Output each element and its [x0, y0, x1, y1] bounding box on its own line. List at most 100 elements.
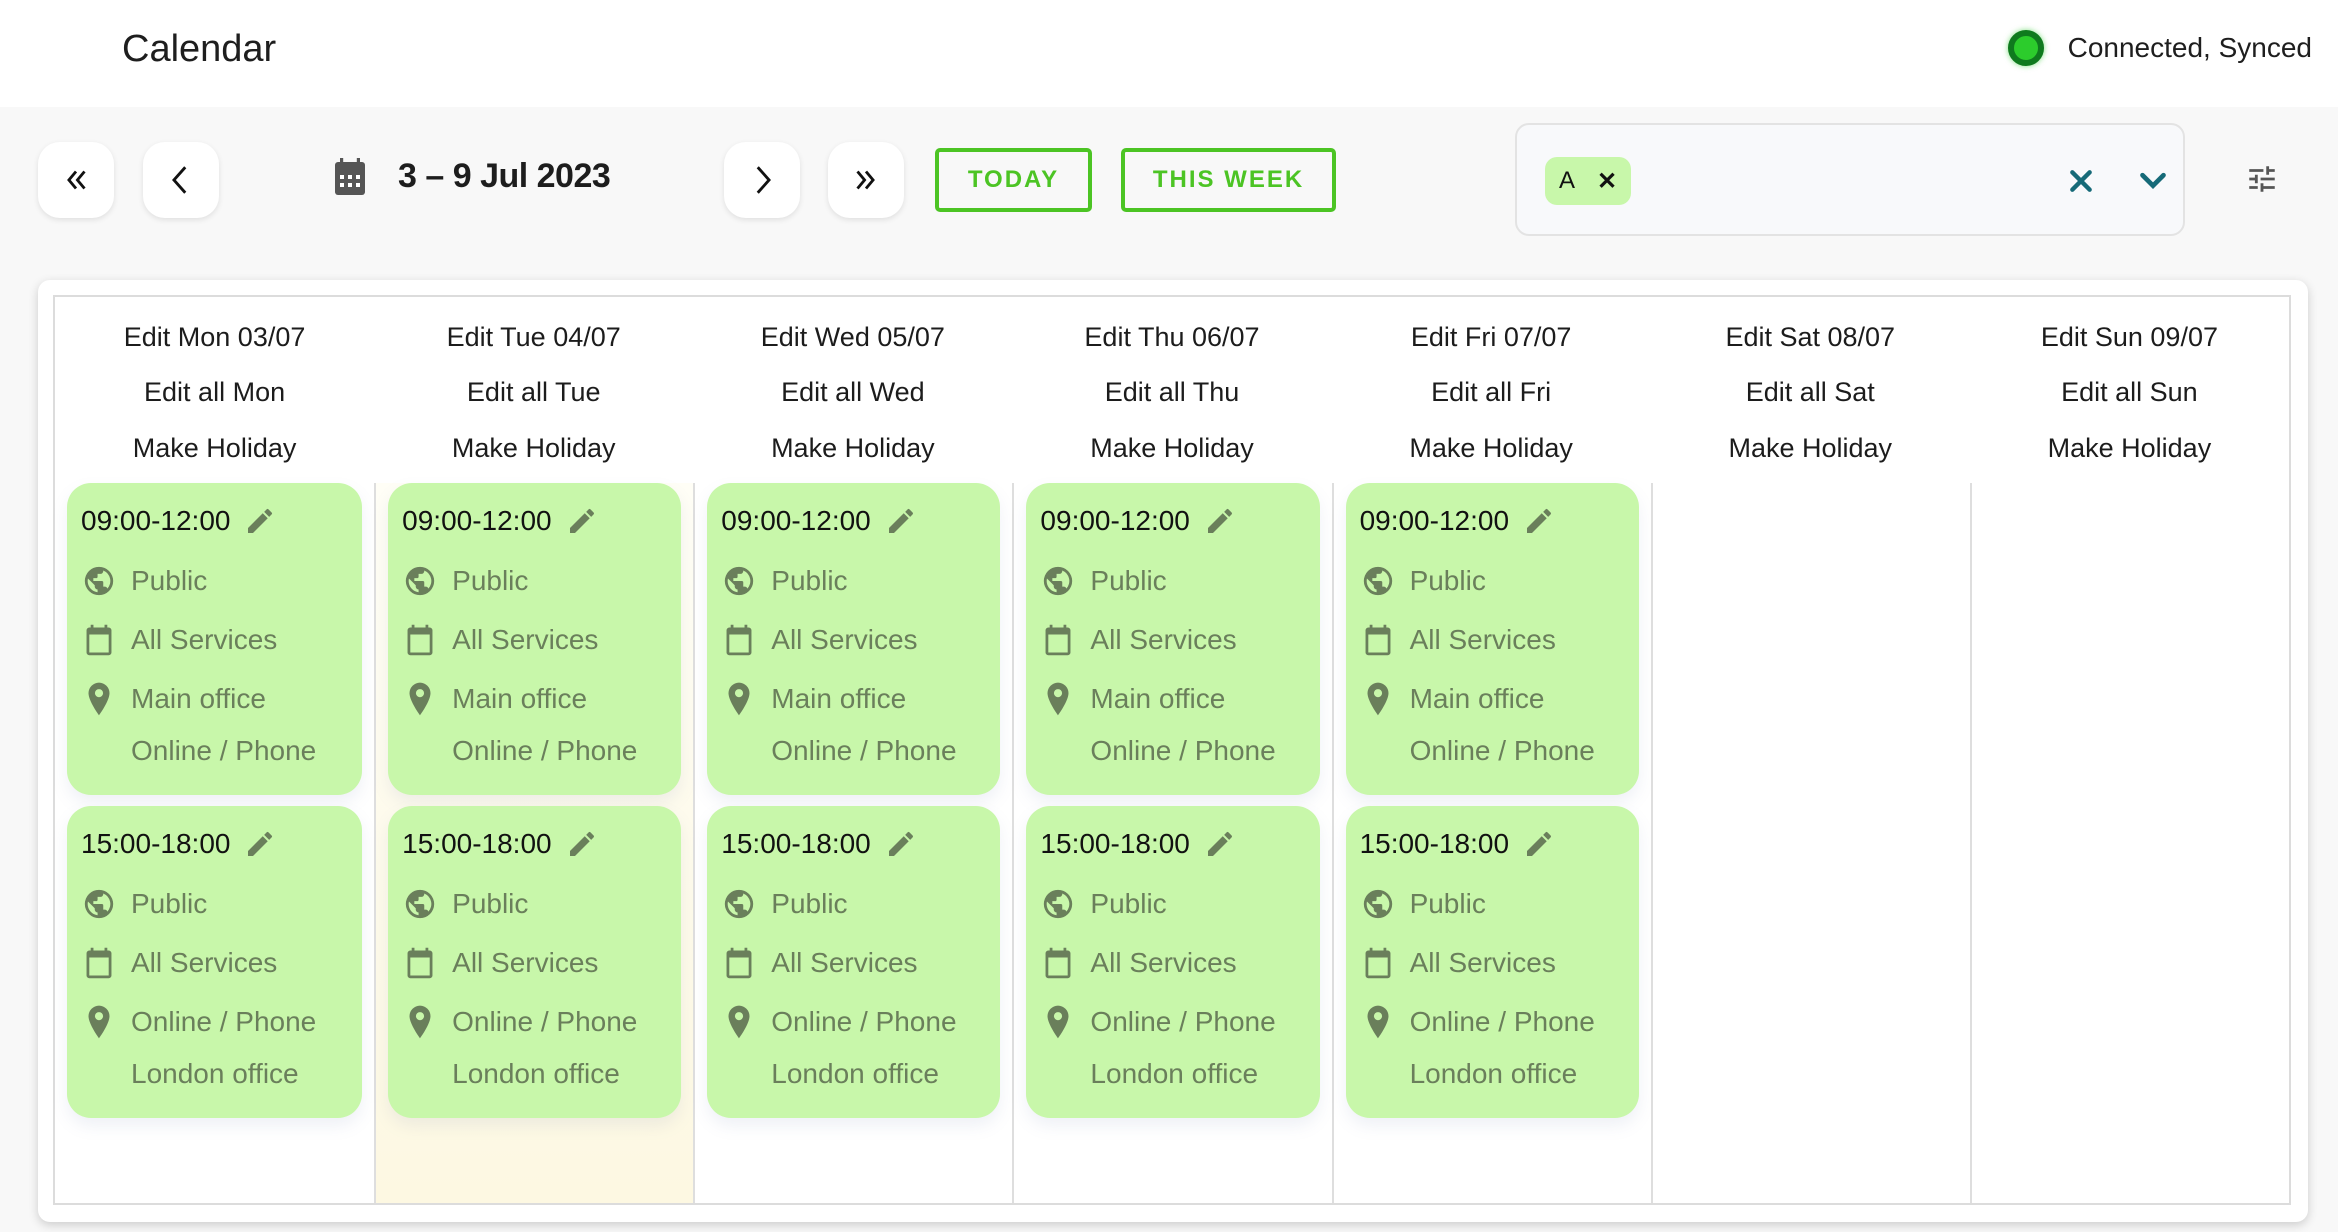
make-holiday-link[interactable]: Make Holiday [452, 428, 616, 483]
calendar-outline-icon [726, 624, 752, 655]
time-slot-card[interactable]: 09:00-12:00 Public All Services Main off… [1345, 483, 1639, 795]
edit-all-weekday-link[interactable]: Edit all Thu [1105, 372, 1240, 427]
toolbar: 3 – 9 Jul 2023 TODAY THIS WEEK A ✕ [0, 107, 2338, 280]
previous-week-button[interactable] [143, 142, 219, 218]
day-column: Edit Sun 09/07 Edit all Sun Make Holiday [1969, 297, 2289, 1203]
location-pin-icon [409, 682, 431, 715]
pencil-icon[interactable] [1204, 505, 1236, 537]
visibility-text: Public [131, 564, 208, 596]
calendar-outline-icon [1045, 947, 1071, 978]
slot-services: All Services [402, 933, 667, 992]
pencil-icon[interactable] [244, 828, 276, 860]
pencil-icon[interactable] [566, 505, 598, 537]
make-holiday-link[interactable]: Make Holiday [2048, 428, 2212, 483]
location-text: London office [452, 1058, 620, 1089]
slot-visibility: Public [1360, 551, 1625, 610]
chip-remove-icon[interactable]: ✕ [1597, 167, 1617, 196]
pencil-icon[interactable] [1204, 828, 1236, 860]
globe-icon [405, 889, 435, 918]
edit-day-link[interactable]: Edit Fri 07/07 [1411, 317, 1572, 372]
make-holiday-link[interactable]: Make Holiday [771, 428, 935, 483]
today-button[interactable]: TODAY [935, 148, 1092, 212]
slot-location: Main office [1360, 669, 1625, 728]
edit-day-link[interactable]: Edit Wed 05/07 [761, 317, 945, 372]
edit-all-weekday-link[interactable]: Edit all Mon [144, 372, 285, 427]
globe-icon [84, 889, 114, 918]
services-text: All Services [131, 623, 278, 655]
filter-select[interactable]: A ✕ [1515, 123, 2185, 236]
globe-icon [1044, 566, 1073, 595]
services-text: All Services [452, 946, 599, 978]
day-body[interactable]: 09:00-12:00 Public All Services Main off… [1331, 483, 1651, 1203]
status-text: Connected, Synced [2067, 32, 2312, 63]
slot-services: All Services [81, 933, 348, 992]
pencil-icon[interactable] [566, 828, 598, 860]
edit-all-weekday-link[interactable]: Edit all Tue [467, 372, 601, 427]
pencil-icon[interactable] [885, 828, 917, 860]
slot-time-text: 15:00-18:00 [81, 828, 231, 859]
day-column: Edit Mon 03/07 Edit all Mon Make Holiday… [55, 297, 374, 1203]
location-text: Main office [131, 682, 266, 714]
double-chevron-left-icon [67, 170, 86, 190]
edit-all-weekday-link[interactable]: Edit all Wed [781, 372, 925, 427]
slot-location-extra: Online / Phone [721, 728, 986, 774]
visibility-text: Public [1409, 887, 1486, 919]
calendar-outline-icon [86, 624, 112, 655]
day-body[interactable]: 09:00-12:00 Public All Services Main off… [55, 483, 374, 1203]
make-holiday-link[interactable]: Make Holiday [1728, 428, 1892, 483]
time-slot-card[interactable]: 15:00-18:00 Public All Services Online /… [1345, 806, 1639, 1118]
day-header: Edit Fri 07/07 Edit all Fri Make Holiday [1332, 297, 1651, 483]
edit-day-link[interactable]: Edit Sat 08/07 [1725, 317, 1895, 372]
first-week-button[interactable] [38, 142, 114, 218]
globe-icon [1044, 889, 1073, 918]
edit-all-weekday-link[interactable]: Edit all Sun [2061, 372, 2198, 427]
this-week-button[interactable]: THIS WEEK [1121, 148, 1336, 212]
visibility-text: Public [1090, 564, 1167, 596]
pencil-icon[interactable] [885, 505, 917, 537]
filter-dropdown-button[interactable] [2133, 161, 2173, 201]
make-holiday-link[interactable]: Make Holiday [1090, 428, 1254, 483]
location-text: Online / Phone [131, 1005, 317, 1037]
settings-button[interactable] [2240, 157, 2284, 201]
slot-services: All Services [402, 610, 667, 669]
clear-filter-button[interactable] [2061, 161, 2101, 201]
pencil-icon[interactable] [244, 505, 276, 537]
day-body[interactable] [1969, 483, 2289, 1203]
edit-day-link[interactable]: Edit Sun 09/07 [2041, 317, 2218, 372]
pencil-icon[interactable] [1523, 505, 1555, 537]
slot-location-extra: London office [81, 1051, 348, 1097]
location-pin-icon [1047, 682, 1069, 715]
day-body[interactable]: 09:00-12:00 Public All Services Main off… [374, 483, 694, 1203]
services-text: All Services [131, 946, 278, 978]
pencil-icon[interactable] [1523, 828, 1555, 860]
day-column: Edit Tue 04/07 Edit all Tue Make Holiday… [374, 297, 694, 1203]
make-holiday-link[interactable]: Make Holiday [133, 428, 297, 483]
time-slot-card[interactable]: 15:00-18:00 Public All Services Online /… [388, 806, 682, 1118]
slot-location: Main office [81, 669, 348, 728]
time-slot-card[interactable]: 09:00-12:00 Public All Services Main off… [388, 483, 682, 795]
time-slot-card[interactable]: 09:00-12:00 Public All Services Main off… [1026, 483, 1320, 795]
day-body[interactable]: 09:00-12:00 Public All Services Main off… [1012, 483, 1331, 1203]
edit-day-link[interactable]: Edit Mon 03/07 [124, 317, 306, 372]
edit-day-link[interactable]: Edit Tue 04/07 [447, 317, 621, 372]
edit-day-link[interactable]: Edit Thu 06/07 [1084, 317, 1259, 372]
make-holiday-link[interactable]: Make Holiday [1409, 428, 1573, 483]
last-week-button[interactable] [828, 142, 904, 218]
edit-all-weekday-link[interactable]: Edit all Sat [1746, 372, 1875, 427]
day-body[interactable]: 09:00-12:00 Public All Services Main off… [693, 483, 1012, 1203]
time-slot-card[interactable]: 09:00-12:00 Public All Services Main off… [67, 483, 363, 795]
calendar-outline-icon [726, 947, 752, 978]
time-slot-card[interactable]: 09:00-12:00 Public All Services Main off… [707, 483, 1001, 795]
calendar-icon [335, 157, 365, 195]
time-slot-card[interactable]: 15:00-18:00 Public All Services Online /… [67, 806, 363, 1118]
time-slot-card[interactable]: 15:00-18:00 Public All Services Online /… [707, 806, 1001, 1118]
day-body[interactable] [1650, 483, 1970, 1203]
slot-visibility: Public [402, 551, 667, 610]
services-text: All Services [1409, 946, 1556, 978]
time-slot-card[interactable]: 15:00-18:00 Public All Services Online /… [1026, 806, 1320, 1118]
edit-all-weekday-link[interactable]: Edit all Fri [1431, 372, 1551, 427]
location-text: Main office [1409, 682, 1545, 714]
next-week-button[interactable] [724, 142, 800, 218]
location-text: London office [131, 1058, 299, 1089]
services-text: All Services [771, 946, 918, 978]
